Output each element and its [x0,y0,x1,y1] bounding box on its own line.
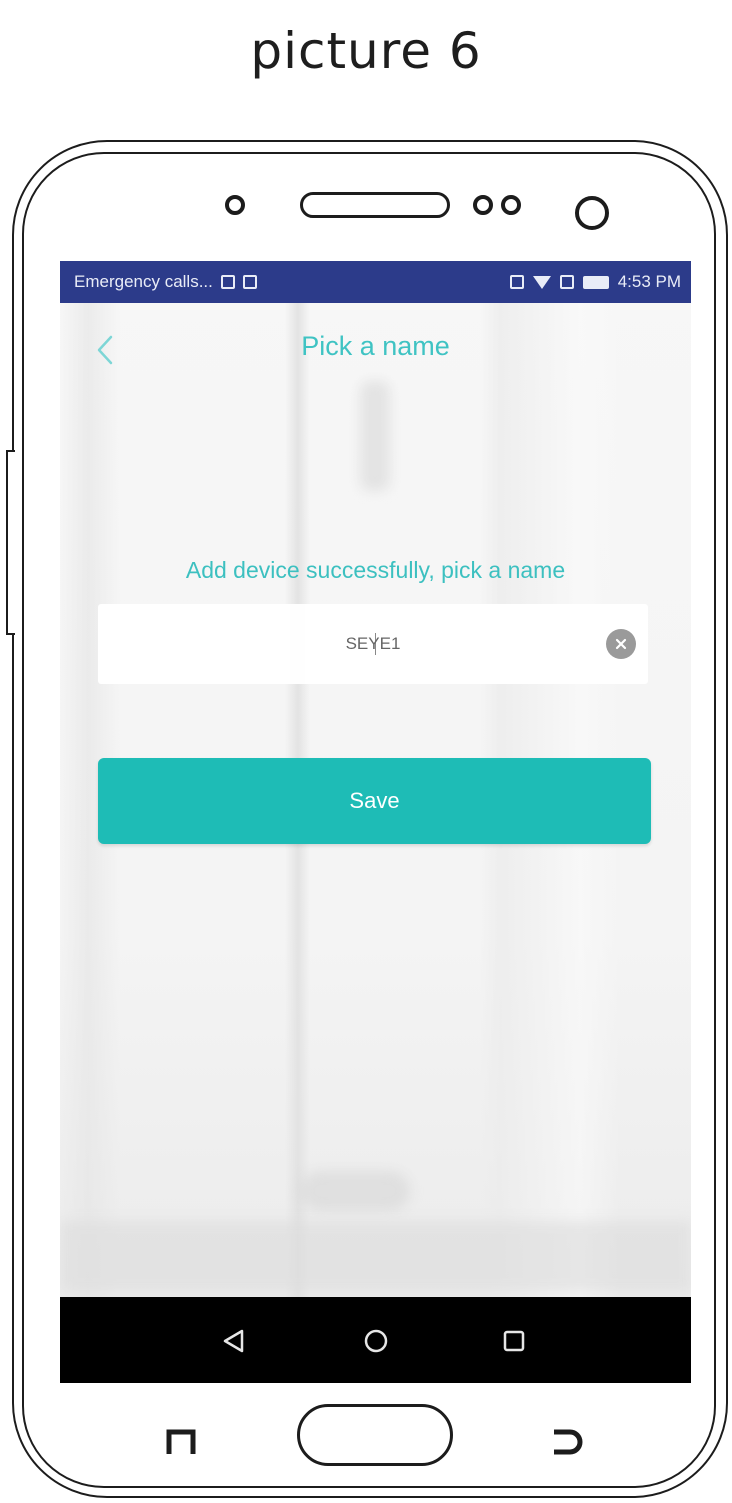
home-hardware-key [297,1404,453,1466]
back-key-icon [548,1420,588,1460]
battery-icon [582,275,609,289]
figure-caption: picture 6 [250,22,482,80]
device-name-value[interactable]: SEYE1 [98,604,648,684]
manual-page: picture 6 Emergency calls... 4:53 PM Pic… [0,0,732,1503]
home-circle-icon[interactable] [360,1325,392,1357]
device-name-input[interactable]: SEYE1 [98,604,648,684]
front-camera [575,196,609,230]
recent-apps-key-icon [163,1420,203,1460]
app-header: Pick a name [60,303,691,393]
success-prompt: Add device successfully, pick a name [185,557,566,583]
background-blur-shape [360,381,390,491]
wifi-icon [532,275,551,289]
clear-circle-icon[interactable] [606,629,636,659]
vibrate-icon [509,275,524,289]
notification-icon [220,275,235,289]
sensor-dot-1 [473,195,493,215]
carrier-text: Emergency calls... [74,272,213,291]
back-triangle-icon[interactable] [218,1325,250,1357]
sensor-dot-2 [501,195,521,215]
status-time: 4:53 PM [617,272,681,291]
recents-square-icon[interactable] [498,1325,530,1357]
phone-screen: Emergency calls... 4:53 PM Pick a name A… [60,261,691,1383]
background-blur-shape [60,1221,691,1291]
background-blur-shape [300,1171,410,1211]
page-title: Pick a name [301,331,450,361]
proximity-sensor [225,195,245,215]
image-notification-icon [242,275,257,289]
phone-side-button [6,450,15,635]
sim-icon [559,275,574,289]
earpiece-speaker [300,192,450,218]
save-button[interactable]: Save [98,758,651,844]
android-nav-bar [60,1297,691,1383]
status-bar: Emergency calls... 4:53 PM [60,261,691,303]
